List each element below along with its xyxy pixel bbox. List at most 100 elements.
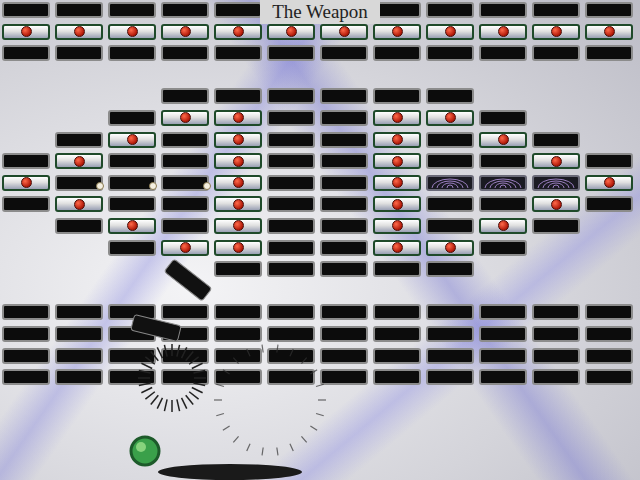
brick [320, 132, 368, 148]
red-dot-icon [74, 156, 85, 167]
red-dot-icon [233, 199, 244, 210]
brick [55, 175, 103, 191]
brick [267, 110, 315, 126]
brick [108, 110, 156, 126]
red-dot-icon [498, 26, 509, 37]
empty-slot [2, 240, 50, 256]
brick [267, 88, 315, 104]
empty-slot [55, 240, 103, 256]
falling-brick [131, 314, 181, 341]
brick [55, 369, 103, 385]
empty-slot [426, 283, 474, 299]
empty-slot [479, 67, 527, 83]
brick [214, 304, 262, 320]
red-dot-icon [21, 26, 32, 37]
gem-brick [214, 110, 262, 126]
red-dot-icon [233, 112, 244, 123]
wave-icon [534, 177, 578, 189]
brick [161, 196, 209, 212]
brick [55, 132, 103, 148]
empty-slot [2, 283, 50, 299]
gem-brick [161, 24, 209, 40]
gem-brick [585, 175, 633, 191]
empty-slot [55, 110, 103, 126]
brick [479, 326, 527, 342]
red-dot-icon [339, 26, 350, 37]
empty-slot [479, 283, 527, 299]
gem-brick [373, 218, 421, 234]
brick [479, 153, 527, 169]
paddle[interactable] [158, 464, 302, 480]
red-dot-icon [392, 156, 403, 167]
brick [267, 175, 315, 191]
burst-icon [138, 344, 206, 412]
brick [267, 45, 315, 61]
empty-slot [2, 110, 50, 126]
brick [2, 2, 50, 18]
brick [2, 304, 50, 320]
brick [426, 132, 474, 148]
brick [426, 196, 474, 212]
ball[interactable] [131, 437, 159, 465]
red-dot-icon [392, 134, 403, 145]
empty-slot [585, 88, 633, 104]
empty-slot [214, 283, 262, 299]
brick [267, 240, 315, 256]
brick [479, 304, 527, 320]
red-dot-icon [180, 242, 191, 253]
brick [214, 2, 262, 18]
brick [373, 88, 421, 104]
empty-slot [585, 110, 633, 126]
gem-brick [214, 196, 262, 212]
brick [267, 218, 315, 234]
red-dot-icon [551, 26, 562, 37]
brick [585, 2, 633, 18]
wave-brick [532, 175, 580, 191]
brick [214, 45, 262, 61]
brick [373, 348, 421, 364]
gem-brick [161, 240, 209, 256]
pellet-icon [204, 183, 211, 190]
gem-brick [55, 24, 103, 40]
red-dot-icon [180, 112, 191, 123]
gem-brick [479, 24, 527, 40]
brick [320, 240, 368, 256]
brick [55, 326, 103, 342]
brick [267, 132, 315, 148]
brick [320, 304, 368, 320]
brick [267, 153, 315, 169]
gem-brick [373, 196, 421, 212]
brick [108, 196, 156, 212]
brick [479, 196, 527, 212]
empty-slot [585, 132, 633, 148]
empty-slot [267, 67, 315, 83]
red-dot-icon [233, 156, 244, 167]
empty-slot [214, 67, 262, 83]
falling-brick [164, 259, 212, 301]
empty-slot [426, 67, 474, 83]
brick [532, 45, 580, 61]
empty-slot [479, 88, 527, 104]
gem-brick [373, 110, 421, 126]
brick [585, 45, 633, 61]
brick [108, 2, 156, 18]
brick [161, 2, 209, 18]
gem-brick [214, 153, 262, 169]
empty-slot [532, 88, 580, 104]
empty-slot [2, 132, 50, 148]
red-dot-icon [392, 199, 403, 210]
gem-brick [55, 153, 103, 169]
effects-layer [0, 0, 640, 480]
red-dot-icon [498, 134, 509, 145]
brick [267, 261, 315, 277]
brick [585, 326, 633, 342]
brick [585, 153, 633, 169]
gem-brick [2, 24, 50, 40]
brick [267, 326, 315, 342]
red-dot-icon [604, 26, 615, 37]
gem-brick [373, 240, 421, 256]
empty-slot [55, 283, 103, 299]
brick [479, 45, 527, 61]
empty-slot [373, 283, 421, 299]
brick [373, 304, 421, 320]
